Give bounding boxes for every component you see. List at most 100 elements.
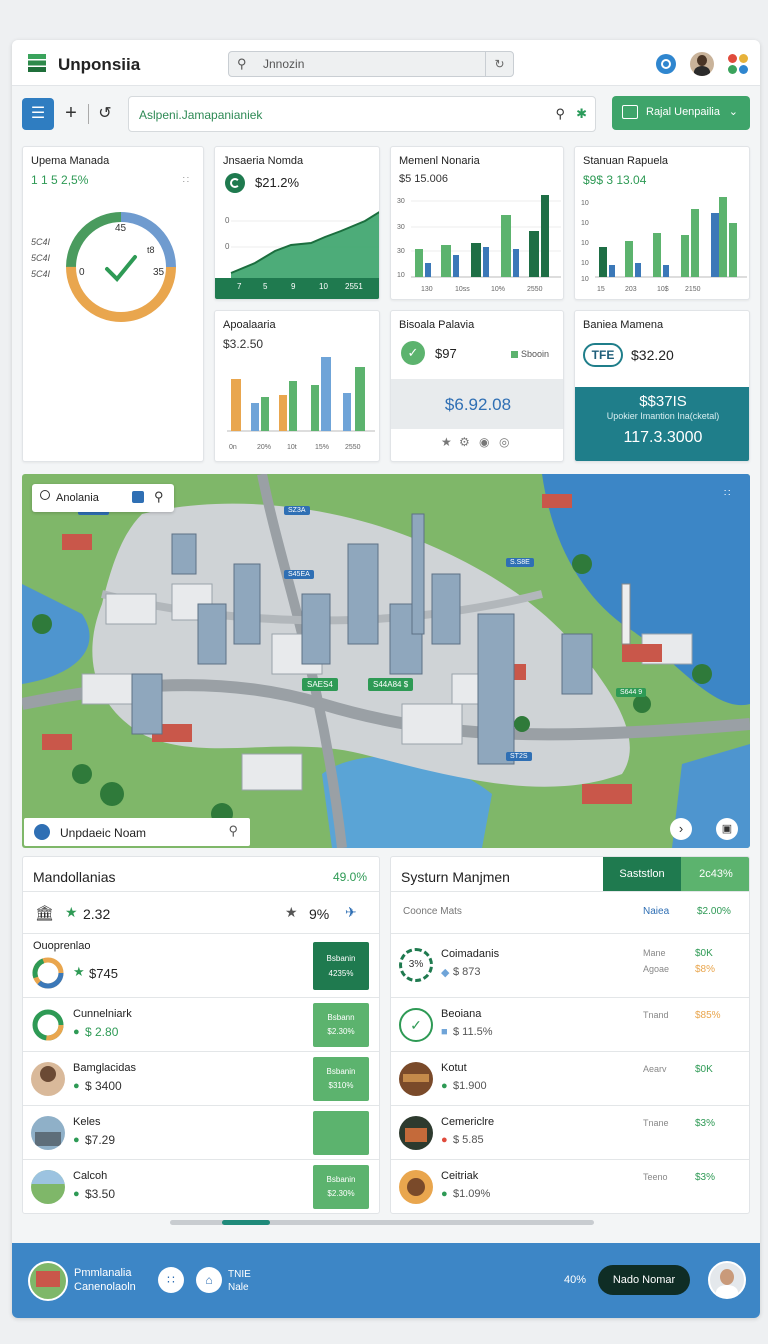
list-item[interactable]: Bamglacidas ● $ 3400 Bsbanin $310% [23, 1051, 379, 1105]
star-icon[interactable]: ★ [441, 435, 452, 449]
apps-icon[interactable] [726, 52, 750, 76]
list-item[interactable]: Keles ● $7.29 [23, 1105, 379, 1159]
map-search[interactable]: Anolania ⚲ [32, 484, 174, 512]
map-pin[interactable]: S45EA [284, 570, 314, 579]
item-button[interactable]: Bsbanin $2.30% [313, 1165, 369, 1209]
y-tick: 10 [581, 200, 589, 207]
card-bar-chart[interactable]: Memenl Nonaria $5 15.006 30 30 30 10 130… [390, 146, 564, 300]
x-tick: 130 [421, 286, 433, 293]
search-icon[interactable]: ⚲ [154, 489, 164, 505]
card-bar-chart-2[interactable]: Stanuan Rapuela $9$ 3 13.04 10 10 10 10 … [574, 146, 750, 300]
avatar[interactable] [690, 52, 714, 76]
map-pin[interactable]: S644 9 [616, 688, 647, 697]
card-title: Bisoala Palavia [399, 319, 475, 331]
scrollbar-thumb[interactable] [222, 1220, 270, 1225]
card-bar-chart-3[interactable]: Apoalaaria $3.2.50 0n 20% 10t 15% 2550 [214, 310, 380, 462]
map-pin[interactable]: ST2S [506, 752, 532, 761]
horizontal-scrollbar[interactable] [170, 1220, 594, 1225]
avatar[interactable] [708, 1261, 746, 1299]
refresh-icon[interactable]: ↻ [485, 52, 513, 76]
item-button-value: $2.30% [327, 1027, 355, 1036]
reload-icon[interactable]: ↺ [94, 98, 116, 130]
plane-icon[interactable]: ✈ [345, 904, 357, 921]
badge: TFE [583, 343, 623, 367]
card-balance[interactable]: Bisoala Palavia ✓ $97 Sbooin $6.92.08 ★ … [390, 310, 564, 462]
address-bar[interactable]: Aslpeni.Jamapanianiek ⚲ ✱ [128, 96, 596, 132]
drag-handle-icon[interactable]: ∷ [183, 175, 189, 186]
globe-icon[interactable]: ◎ [499, 435, 509, 449]
grid-icon[interactable]: ∷ [724, 488, 730, 499]
item-button[interactable] [313, 1111, 369, 1155]
card-area-chart[interactable]: Jnsaeria Nomda $21.2% 0 0 7 5 9 10 2551 [214, 146, 380, 300]
fullscreen-icon[interactable]: ▣ [716, 818, 738, 840]
address-input[interactable]: Aslpeni.Jamapanianiek [139, 108, 262, 122]
grid-icon[interactable]: ∷ [158, 1267, 184, 1293]
region-button[interactable]: Rajal Uenpailia ⌄ [612, 96, 750, 130]
list-item[interactable]: Kotut ● $1.900 Aearv $0K [391, 1051, 749, 1105]
refresh-icon [225, 173, 245, 193]
settings-icon[interactable]: ⚙ [459, 435, 470, 449]
card-gauge[interactable]: Upema Manada 1 1 5 2,5% ∷ 5C4I 5C4I 5C4I… [22, 146, 204, 462]
map-footer-label: Unpdaeic Noam [60, 826, 147, 840]
column-label: Naiea [643, 906, 670, 917]
menu-icon[interactable]: ☰ [22, 98, 54, 130]
y-tick: 30 [397, 198, 405, 205]
map-footer[interactable]: Unpdaeic Noam ⚲ [24, 818, 250, 846]
list-item[interactable]: Cunnelniark ● $ 2.80 Bsbann $2.30% [23, 997, 379, 1051]
card-summary[interactable]: Baniea Mamena TFE $32.20 $$37IS Upokier … [574, 310, 750, 462]
notification-icon[interactable] [656, 54, 676, 74]
item-name: Ceitriak [441, 1170, 479, 1182]
settings-icon[interactable]: ✱ [576, 106, 587, 122]
dollar-icon: ● [441, 1080, 448, 1092]
y-tick: 10 [581, 260, 589, 267]
card-value: $97 [435, 346, 457, 361]
item-metric: $3% [695, 1118, 716, 1129]
legend-label: Sbooin [521, 349, 550, 359]
x-tick: 15 [597, 286, 605, 293]
dollar-icon: ● [73, 1026, 80, 1038]
list-item[interactable]: Ceitriak ● $1.09% Teeno $3% [391, 1159, 749, 1213]
list-item[interactable]: Cemericlre ● $ 5.85 Tnane $3% [391, 1105, 749, 1159]
chevron-right-icon[interactable]: › [670, 818, 692, 840]
banner-total: 117.3.3000 [623, 429, 703, 446]
search-icon[interactable]: ⚲ [555, 106, 565, 122]
map-pin[interactable]: SAES4 [302, 678, 338, 691]
list-item[interactable]: Ouoprenlao ★ $745 Bsbanin 4235% [23, 933, 379, 997]
avatar [31, 1062, 65, 1096]
x-tick: 203 [625, 286, 637, 293]
item-button[interactable]: Bsbanin $310% [313, 1057, 369, 1101]
progress-ring-icon: 3% [399, 948, 433, 982]
city-map[interactable]: SZ3A S45EA S.S8E SAES4 S44A84 $ S644 9 S… [22, 474, 750, 848]
item-button[interactable]: Bsbanin 4235% [313, 942, 369, 990]
card-value: $21.2% [255, 175, 300, 190]
y-tick: 0 [225, 242, 230, 251]
item-metric: $8% [695, 964, 716, 975]
x-tick: 10% [491, 286, 505, 293]
tab-other[interactable]: 2c43% [681, 857, 749, 891]
list-item[interactable]: 3% Coimadanis ◆ $ 873 Mane Agoae $0K $8% [391, 933, 749, 997]
footer-action-button[interactable]: Nado Nomar [598, 1265, 690, 1295]
map-pin[interactable]: S44A84 $ [368, 678, 414, 691]
search-box[interactable]: ⚲ Jnnozin ↻ [228, 51, 514, 77]
gauge-chart: 45 0 35 t8 [66, 212, 176, 322]
map-canvas[interactable] [22, 474, 750, 848]
star-icon: ★ [65, 904, 78, 920]
search-input[interactable]: Jnnozin [263, 57, 304, 71]
map-pin[interactable]: S.S8E [506, 558, 534, 567]
tab-active[interactable]: Saststlon [603, 857, 681, 891]
list-item[interactable]: Calcoh ● $3.50 Bsbanin $2.30% [23, 1159, 379, 1213]
share-icon[interactable]: ◉ [479, 435, 489, 449]
layers-icon[interactable] [132, 491, 144, 503]
y-tick: 10 [581, 240, 589, 247]
search-icon[interactable]: ⚲ [228, 823, 238, 839]
gauge-label: t8 [147, 245, 155, 255]
home-icon[interactable]: ⌂ [196, 1267, 222, 1293]
list-item[interactable]: ✓ Beoiana ■ $ 11.5% Tnand $85% [391, 997, 749, 1051]
item-label: Mane [643, 948, 666, 958]
map-pin[interactable]: SZ3A [284, 506, 310, 515]
star-icon[interactable]: ★ [285, 904, 298, 921]
item-value: $ 5.85 [453, 1134, 484, 1146]
item-button[interactable]: Bsbann $2.30% [313, 1003, 369, 1047]
add-icon[interactable]: + [60, 98, 82, 130]
avatar[interactable] [28, 1261, 68, 1301]
